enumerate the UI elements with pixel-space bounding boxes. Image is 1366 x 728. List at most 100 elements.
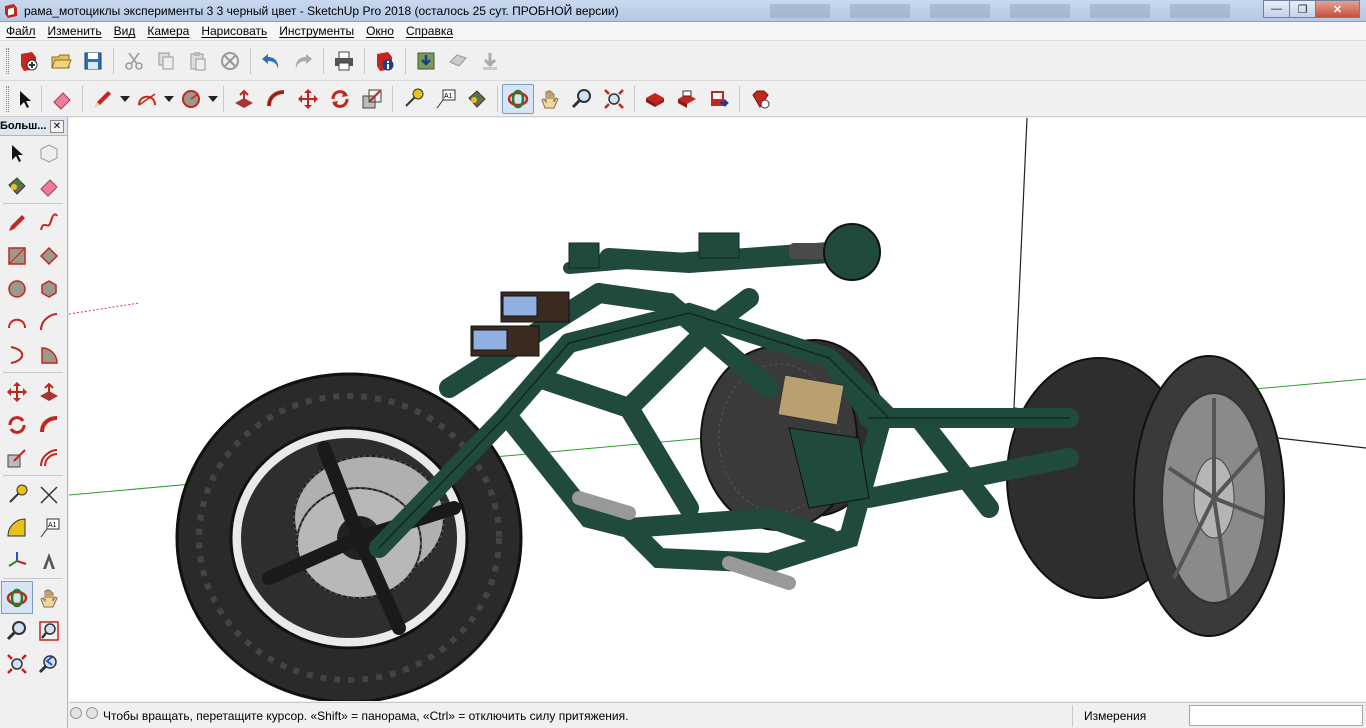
zoom-extents-button[interactable] bbox=[598, 84, 630, 114]
pan-hand-icon bbox=[541, 90, 559, 108]
palette-tape-button[interactable] bbox=[1, 478, 33, 511]
palette-move-button[interactable] bbox=[1, 375, 33, 408]
warehouse-button[interactable] bbox=[639, 84, 671, 114]
palette-zoom-extents-button[interactable] bbox=[1, 647, 33, 680]
minimize-button[interactable]: — bbox=[1263, 0, 1290, 18]
menu-edit[interactable]: Изменить bbox=[48, 24, 102, 38]
toolbar-grip[interactable] bbox=[6, 85, 9, 112]
palette-zoom-window-button[interactable] bbox=[33, 614, 65, 647]
measurements-input[interactable] bbox=[1189, 705, 1363, 726]
palette-circle-button[interactable] bbox=[1, 272, 33, 305]
palette-pan-button[interactable] bbox=[33, 581, 65, 614]
eraser-button[interactable] bbox=[46, 84, 78, 114]
print-button[interactable] bbox=[328, 46, 360, 76]
palette-dimension-button[interactable] bbox=[33, 478, 65, 511]
palette-zoom-button[interactable] bbox=[1, 614, 33, 647]
line-dropdown[interactable] bbox=[119, 84, 131, 114]
paste-button[interactable] bbox=[182, 46, 214, 76]
open-folder-icon bbox=[51, 54, 72, 68]
cut-button[interactable] bbox=[118, 46, 150, 76]
menu-file[interactable]: Файл bbox=[6, 24, 36, 38]
palette-component-button[interactable] bbox=[33, 136, 65, 169]
open-button[interactable] bbox=[45, 46, 77, 76]
toolbar-grip[interactable] bbox=[6, 47, 9, 74]
save-button[interactable] bbox=[77, 46, 109, 76]
follow-me-button[interactable] bbox=[260, 84, 292, 114]
palette-orbit-button[interactable] bbox=[1, 581, 33, 614]
palette-polygon-button[interactable] bbox=[33, 272, 65, 305]
menu-draw[interactable]: Нарисовать bbox=[201, 24, 267, 38]
palette-follow-me-button[interactable] bbox=[33, 408, 65, 441]
maximize-button[interactable]: ❐ bbox=[1289, 0, 1316, 18]
palette-select-button[interactable] bbox=[1, 136, 33, 169]
menu-help[interactable]: Справка bbox=[406, 24, 453, 38]
toolbar-separator bbox=[250, 47, 251, 74]
undo-button[interactable] bbox=[255, 46, 287, 76]
palette-paint-button[interactable] bbox=[1, 169, 33, 202]
palette-rotate-button[interactable] bbox=[1, 408, 33, 441]
palette-scale-button[interactable] bbox=[1, 441, 33, 474]
warehouse-share-icon bbox=[449, 53, 467, 67]
palette-push-pull-button[interactable] bbox=[33, 375, 65, 408]
erase-selection-button[interactable] bbox=[214, 46, 246, 76]
orbit-button[interactable] bbox=[502, 83, 534, 114]
rectangle-icon bbox=[8, 246, 26, 265]
text-button[interactable]: A1 bbox=[429, 84, 461, 114]
paste-icon bbox=[190, 51, 206, 70]
select-arrow-icon bbox=[12, 144, 23, 162]
toolbar-separator bbox=[739, 85, 740, 112]
palette-previous-view-button[interactable] bbox=[33, 647, 65, 680]
select-button[interactable] bbox=[13, 84, 37, 114]
palette-arc-button[interactable] bbox=[1, 305, 33, 338]
arc-button[interactable] bbox=[131, 84, 163, 114]
pan-button[interactable] bbox=[534, 84, 566, 114]
warehouse-get-button[interactable] bbox=[410, 46, 442, 76]
copy-button[interactable] bbox=[150, 46, 182, 76]
menu-tools[interactable]: Инструменты bbox=[279, 24, 354, 38]
move-button[interactable] bbox=[292, 84, 324, 114]
extension-warehouse-button[interactable] bbox=[474, 46, 506, 76]
menu-camera[interactable]: Камера bbox=[147, 24, 189, 38]
shape-dropdown[interactable] bbox=[207, 84, 219, 114]
text-label-icon: A1 bbox=[436, 89, 456, 108]
palette-header[interactable]: Больш... ✕ bbox=[0, 117, 67, 136]
front-wheel bbox=[175, 372, 523, 701]
share-component-button[interactable] bbox=[703, 84, 735, 114]
palette-pie-button[interactable] bbox=[33, 338, 65, 371]
palette-3d-text-button[interactable] bbox=[33, 544, 65, 577]
warehouse-share-button[interactable] bbox=[442, 46, 474, 76]
arc-dropdown[interactable] bbox=[163, 84, 175, 114]
rotate-button[interactable] bbox=[324, 84, 356, 114]
new-file-button[interactable] bbox=[13, 46, 45, 76]
palette-text-button[interactable]: A1 bbox=[33, 511, 65, 544]
circle-button[interactable] bbox=[175, 84, 207, 114]
redo-button[interactable] bbox=[287, 46, 319, 76]
palette-3pt-arc-button[interactable] bbox=[1, 338, 33, 371]
line-button[interactable] bbox=[87, 84, 119, 114]
scale-button[interactable] bbox=[356, 84, 388, 114]
credits-icon[interactable] bbox=[86, 707, 98, 719]
palette-offset-button[interactable] bbox=[33, 441, 65, 474]
zoom-button[interactable] bbox=[566, 84, 598, 114]
palette-rotated-rect-button[interactable] bbox=[33, 239, 65, 272]
tape-measure-button[interactable] bbox=[397, 84, 429, 114]
ruby-console-button[interactable] bbox=[744, 84, 776, 114]
palette-close-button[interactable]: ✕ bbox=[50, 119, 64, 133]
paint-bucket-button[interactable] bbox=[461, 84, 493, 114]
geo-location-icon[interactable] bbox=[70, 707, 82, 719]
model-info-button[interactable] bbox=[369, 46, 401, 76]
palette-freehand-button[interactable] bbox=[33, 206, 65, 239]
close-button[interactable]: ✕ bbox=[1315, 0, 1360, 18]
model-viewport[interactable] bbox=[69, 118, 1366, 701]
palette-protractor-button[interactable] bbox=[1, 511, 33, 544]
palette-eraser-button[interactable] bbox=[33, 169, 65, 202]
menu-window[interactable]: Окно bbox=[366, 24, 394, 38]
palette-2pt-arc-button[interactable] bbox=[33, 305, 65, 338]
palette-line-button[interactable] bbox=[1, 206, 33, 239]
palette-axes-button[interactable] bbox=[1, 544, 33, 577]
menu-view[interactable]: Вид bbox=[114, 24, 136, 38]
extension-button[interactable] bbox=[671, 84, 703, 114]
palette-rectangle-button[interactable] bbox=[1, 239, 33, 272]
push-pull-button[interactable] bbox=[228, 84, 260, 114]
pan-hand-icon bbox=[40, 589, 58, 607]
